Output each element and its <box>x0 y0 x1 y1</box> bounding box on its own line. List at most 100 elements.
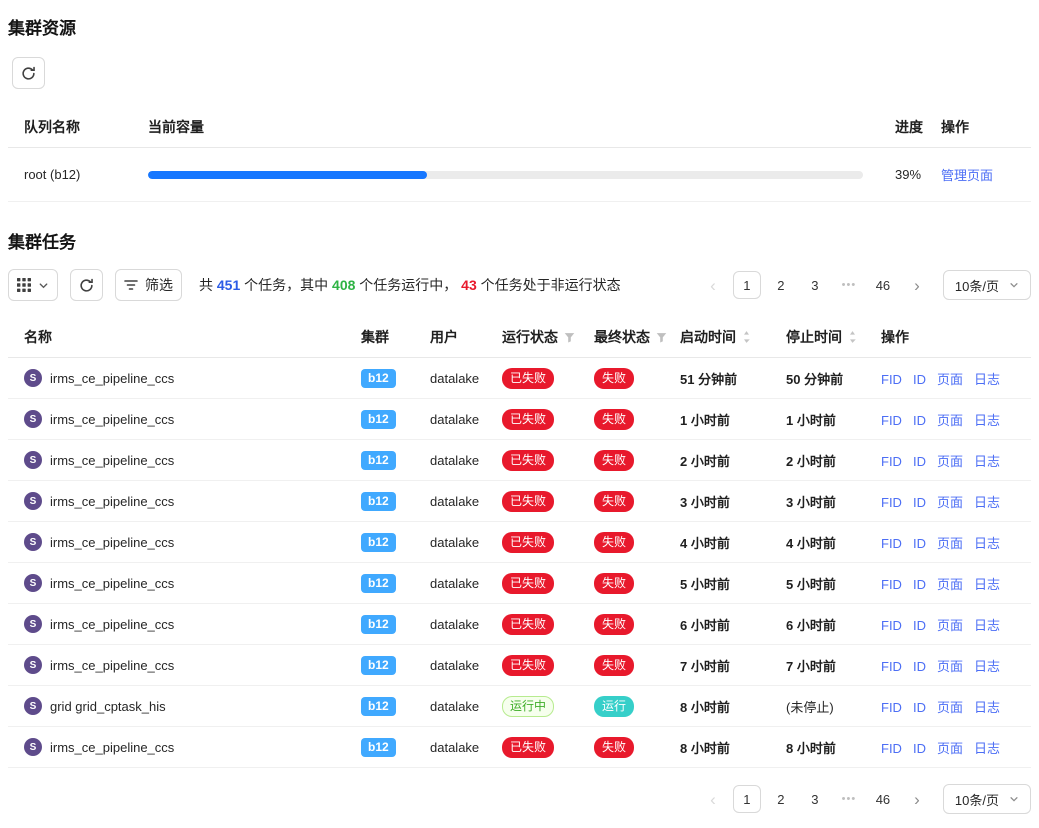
sorter-icon[interactable] <box>742 330 751 344</box>
task-row: Sirms_ce_pipeline_ccs b12 datalake 已失败 失… <box>8 522 1031 563</box>
run-status-badge: 已失败 <box>502 573 554 594</box>
run-status-badge: 已失败 <box>502 368 554 389</box>
pagination-page-1[interactable]: 1 <box>733 271 761 299</box>
fid-link[interactable]: FID <box>881 618 902 633</box>
filter-button[interactable]: 筛选 <box>115 269 182 301</box>
log-link[interactable]: 日志 <box>974 741 1000 756</box>
log-link[interactable]: 日志 <box>974 700 1000 715</box>
id-link[interactable]: ID <box>913 618 926 633</box>
running-task-count: 408 <box>332 277 355 293</box>
task-row: Sirms_ce_pipeline_ccs b12 datalake 已失败 失… <box>8 481 1031 522</box>
log-link[interactable]: 日志 <box>974 495 1000 510</box>
col-progress: 进度 <box>879 107 925 148</box>
tasks-refresh-button[interactable] <box>70 269 103 301</box>
filter-funnel-icon[interactable] <box>564 332 575 343</box>
id-link[interactable]: ID <box>913 577 926 592</box>
page-link[interactable]: 页面 <box>937 372 963 387</box>
task-row: Sirms_ce_pipeline_ccs b12 datalake 已失败 失… <box>8 563 1031 604</box>
task-name: irms_ce_pipeline_ccs <box>50 576 174 591</box>
stop-time: (未停止) <box>786 700 834 715</box>
pagination-prev-button[interactable]: ‹ <box>699 785 727 813</box>
col-start-time-label: 启动时间 <box>680 327 736 347</box>
page-link[interactable]: 页面 <box>937 413 963 428</box>
log-link[interactable]: 日志 <box>974 536 1000 551</box>
col-final-status-label: 最终状态 <box>594 327 650 347</box>
log-link[interactable]: 日志 <box>974 454 1000 469</box>
pagination-next-button[interactable]: › <box>903 271 931 299</box>
id-link[interactable]: ID <box>913 495 926 510</box>
fid-link[interactable]: FID <box>881 659 902 674</box>
col-stop-time[interactable]: 停止时间 <box>770 317 865 358</box>
pagination-page-last[interactable]: 46 <box>869 785 897 813</box>
fid-link[interactable]: FID <box>881 577 902 592</box>
user-name: datalake <box>430 494 479 509</box>
cluster-badge: b12 <box>361 738 396 757</box>
id-link[interactable]: ID <box>913 413 926 428</box>
id-link[interactable]: ID <box>913 372 926 387</box>
pagination-page-3[interactable]: 3 <box>801 271 829 299</box>
page-link[interactable]: 页面 <box>937 700 963 715</box>
log-link[interactable]: 日志 <box>974 618 1000 633</box>
task-name: grid grid_cptask_his <box>50 699 166 714</box>
page-size-select[interactable]: 10条/页 <box>943 784 1031 814</box>
pagination-jump-next[interactable]: ••• <box>835 271 863 299</box>
id-link[interactable]: ID <box>913 659 926 674</box>
start-time: 51 分钟前 <box>680 372 737 387</box>
summary-text: 个任务运行中， <box>355 277 461 293</box>
pagination-jump-next[interactable]: ••• <box>835 785 863 813</box>
fid-link[interactable]: FID <box>881 413 902 428</box>
start-time: 8 小时前 <box>680 741 730 756</box>
id-link[interactable]: ID <box>913 454 926 469</box>
view-switcher-button[interactable] <box>8 269 58 301</box>
fid-link[interactable]: FID <box>881 495 902 510</box>
page: 集群资源 队列名称 当前容量 进度 操作 roo <box>0 0 1039 828</box>
spark-avatar-icon: S <box>24 615 42 633</box>
resources-refresh-button[interactable] <box>12 57 45 89</box>
page-link[interactable]: 页面 <box>937 618 963 633</box>
stop-time: 5 小时前 <box>786 577 836 592</box>
fid-link[interactable]: FID <box>881 700 902 715</box>
stop-time: 6 小时前 <box>786 618 836 633</box>
fid-link[interactable]: FID <box>881 372 902 387</box>
sorter-icon[interactable] <box>848 330 857 344</box>
filter-funnel-icon[interactable] <box>656 332 667 343</box>
pagination-prev-button[interactable]: ‹ <box>699 271 727 299</box>
fid-link[interactable]: FID <box>881 536 902 551</box>
page-link[interactable]: 页面 <box>937 495 963 510</box>
pagination-page-3[interactable]: 3 <box>801 785 829 813</box>
id-link[interactable]: ID <box>913 741 926 756</box>
log-link[interactable]: 日志 <box>974 413 1000 428</box>
page-size-select[interactable]: 10条/页 <box>943 270 1031 300</box>
pagination-page-last[interactable]: 46 <box>869 271 897 299</box>
fid-link[interactable]: FID <box>881 454 902 469</box>
pagination-page-2[interactable]: 2 <box>767 271 795 299</box>
col-name: 名称 <box>8 317 345 358</box>
page-link[interactable]: 页面 <box>937 454 963 469</box>
final-status-badge: 失败 <box>594 409 634 430</box>
log-link[interactable]: 日志 <box>974 659 1000 674</box>
manage-page-link[interactable]: 管理页面 <box>941 168 993 183</box>
chevron-down-icon <box>1009 794 1019 804</box>
stop-time: 2 小时前 <box>786 454 836 469</box>
page-link[interactable]: 页面 <box>937 536 963 551</box>
pagination-next-button[interactable]: › <box>903 785 931 813</box>
user-name: datalake <box>430 576 479 591</box>
fid-link[interactable]: FID <box>881 741 902 756</box>
col-start-time[interactable]: 启动时间 <box>664 317 770 358</box>
log-link[interactable]: 日志 <box>974 577 1000 592</box>
cluster-tasks-section: 集群任务 <box>8 228 1031 814</box>
spark-avatar-icon: S <box>24 738 42 756</box>
resources-table: 队列名称 当前容量 进度 操作 root (b12) 39% 管理页面 <box>8 107 1031 202</box>
page-link[interactable]: 页面 <box>937 741 963 756</box>
id-link[interactable]: ID <box>913 700 926 715</box>
page-link[interactable]: 页面 <box>937 577 963 592</box>
task-row: Sirms_ce_pipeline_ccs b12 datalake 已失败 失… <box>8 645 1031 686</box>
pagination-page-2[interactable]: 2 <box>767 785 795 813</box>
cluster-badge: b12 <box>361 697 396 716</box>
log-link[interactable]: 日志 <box>974 372 1000 387</box>
id-link[interactable]: ID <box>913 536 926 551</box>
page-size-value: 10条/页 <box>955 790 999 809</box>
pagination-page-1[interactable]: 1 <box>733 785 761 813</box>
run-status-badge: 运行中 <box>502 696 554 717</box>
page-link[interactable]: 页面 <box>937 659 963 674</box>
